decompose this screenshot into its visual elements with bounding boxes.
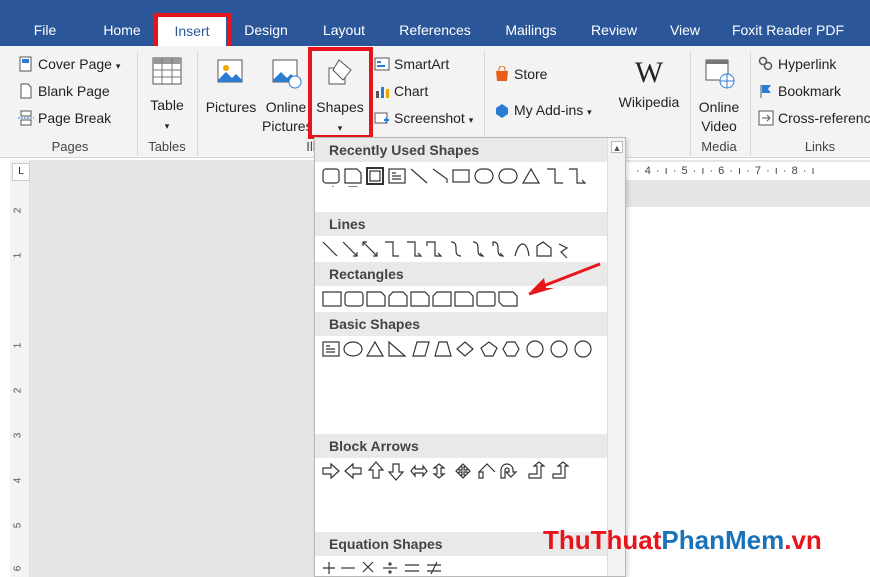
cross-reference-icon <box>758 110 774 126</box>
basic-shapes-grid[interactable] <box>319 338 609 360</box>
scroll-up-arrow-icon[interactable]: ▲ <box>611 141 623 153</box>
tab-home[interactable]: Home <box>94 16 150 44</box>
online-pictures-icon <box>262 56 310 95</box>
smartart-button[interactable]: SmartArt <box>374 56 449 72</box>
section-basic-shapes: Basic Shapes <box>315 312 607 336</box>
bookmark-button[interactable]: Bookmark <box>758 83 841 99</box>
shapes-gallery-dropdown: Recently Used Shapes Lines Rectangles Ba… <box>314 137 626 577</box>
cover-page-button[interactable]: Cover Page ▾ <box>18 56 120 72</box>
pictures-icon <box>203 56 259 95</box>
tab-design[interactable]: Design <box>236 16 296 44</box>
screenshot-icon <box>374 110 390 126</box>
tab-view[interactable]: View <box>660 16 710 44</box>
recent-shapes-row[interactable] <box>319 165 609 187</box>
store-button[interactable]: Store <box>494 65 547 82</box>
tab-layout[interactable]: Layout <box>314 16 374 44</box>
cover-page-icon <box>18 56 34 72</box>
wikipedia-button[interactable]: W Wikipedia <box>614 56 684 112</box>
chevron-down-icon: ▾ <box>468 115 474 125</box>
store-icon <box>494 65 510 82</box>
page-break-icon <box>18 110 34 126</box>
group-label-tables: Tables <box>148 139 186 154</box>
table-button[interactable]: Table ▾ <box>144 56 190 136</box>
group-separator <box>690 52 691 156</box>
shapes-button-highlight <box>308 47 373 139</box>
pictures-button[interactable]: Pictures <box>203 56 259 117</box>
wikipedia-icon: W <box>634 56 664 89</box>
cross-reference-button[interactable]: Cross-referenc <box>758 110 870 126</box>
tab-references[interactable]: References <box>392 16 478 44</box>
hyperlink-button[interactable]: Hyperlink <box>758 56 836 72</box>
smartart-icon <box>374 56 390 72</box>
tab-mailings[interactable]: Mailings <box>496 16 566 44</box>
online-video-button[interactable]: Online Video <box>694 56 744 136</box>
chart-button[interactable]: Chart <box>374 83 428 99</box>
online-video-icon <box>694 56 744 95</box>
block-arrows-grid[interactable] <box>319 460 609 482</box>
group-label-pages: Pages <box>51 139 89 154</box>
ribbon-tab-bar: File Home Insert Design Layout Reference… <box>0 0 870 47</box>
tab-foxit-reader-pdf[interactable]: Foxit Reader PDF <box>726 16 850 44</box>
group-separator <box>137 52 138 156</box>
chevron-down-icon: ▾ <box>115 61 121 71</box>
horizontal-ruler: · 4 · ı · 5 · ı · 6 · ı · 7 · ı · 8 · ı <box>626 162 870 180</box>
chart-icon <box>374 83 390 99</box>
screenshot-button[interactable]: Screenshot ▾ <box>374 110 473 126</box>
tab-file[interactable]: File <box>20 16 70 44</box>
document-page[interactable] <box>626 207 870 577</box>
group-label-media: Media <box>701 139 737 154</box>
group-separator <box>197 52 198 156</box>
vertical-ruler: 2 1 1 2 3 4 5 6 <box>10 160 30 577</box>
chevron-down-icon: ▾ <box>587 107 592 117</box>
group-separator <box>750 52 751 156</box>
hyperlink-icon <box>758 56 774 72</box>
tab-selector[interactable]: L <box>12 163 30 181</box>
equation-shapes-row[interactable] <box>319 558 609 577</box>
section-recently-used-shapes: Recently Used Shapes <box>315 138 607 162</box>
lines-row[interactable] <box>319 238 609 260</box>
blank-page-icon <box>18 83 34 99</box>
section-lines: Lines <box>315 212 607 236</box>
my-addins-button[interactable]: My Add-ins ▾ <box>494 102 592 118</box>
dropdown-scrollbar[interactable]: ▲ <box>607 138 625 576</box>
document-gap <box>626 181 870 207</box>
my-addins-icon <box>494 102 510 118</box>
online-pictures-button[interactable]: Online Pictures <box>262 56 313 136</box>
tab-review[interactable]: Review <box>582 16 646 44</box>
page-break-button[interactable]: Page Break <box>18 110 111 126</box>
blank-page-button[interactable]: Blank Page <box>18 83 110 99</box>
table-icon <box>144 56 190 93</box>
red-arrow-annotation <box>530 262 601 292</box>
chevron-down-icon: ▾ <box>164 121 170 131</box>
watermark: ThuThuatPhanMem.vn <box>543 525 822 555</box>
section-block-arrows: Block Arrows <box>315 434 607 458</box>
group-label-links: Links <box>804 139 836 154</box>
bookmark-icon <box>758 83 774 99</box>
